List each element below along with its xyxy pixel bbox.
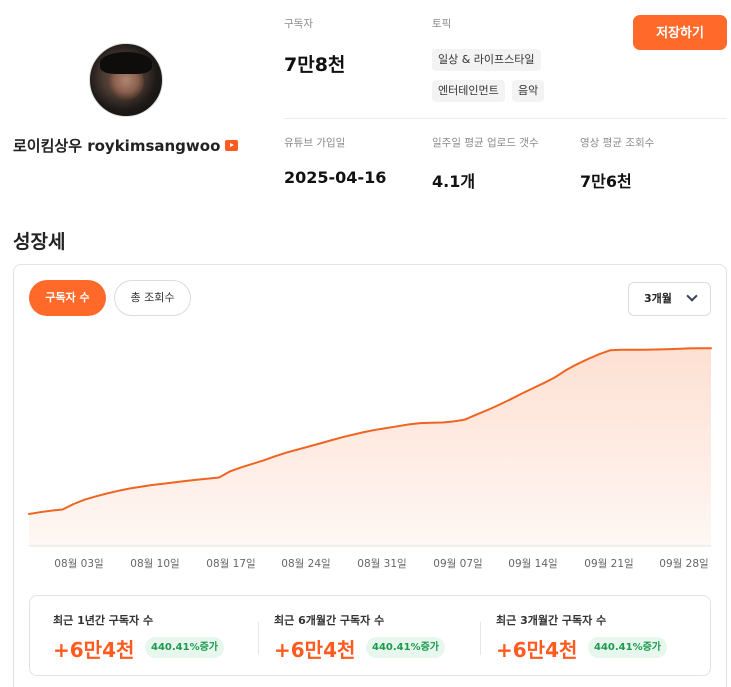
- summary-value-3m: +6만4천: [496, 638, 578, 662]
- summary-badge-6m: 440.41%증가: [366, 637, 446, 658]
- x-tick-label: 08월 17일: [206, 558, 256, 570]
- chart-area: [29, 348, 711, 546]
- x-tick-label: 08월 31일: [357, 558, 407, 570]
- summary-label-6m: 최근 6개월간 구독자 수: [274, 614, 385, 627]
- divider: [480, 622, 481, 655]
- summary-label-3m: 최근 3개월간 구독자 수: [496, 614, 607, 627]
- x-tick-label: 09월 28일: [659, 558, 709, 570]
- subscriber-chart: [28, 347, 712, 547]
- x-tick-label: 08월 10일: [130, 558, 180, 570]
- summary-badge-3m: 440.41%증가: [588, 637, 668, 658]
- summary-value-6m: +6만4천: [274, 638, 356, 662]
- x-tick-label: 09월 07일: [433, 558, 483, 570]
- x-tick-label: 08월 24일: [281, 558, 331, 570]
- x-tick-label: 09월 14일: [508, 558, 558, 570]
- x-tick-label: 09월 21일: [584, 558, 634, 570]
- summary-badge-1y: 440.41%증가: [145, 637, 225, 658]
- summary-label-1y: 최근 1년간 구독자 수: [53, 614, 154, 627]
- divider: [258, 622, 259, 655]
- x-tick-label: 08월 03일: [54, 558, 104, 570]
- summary-value-1y: +6만4천: [53, 638, 135, 662]
